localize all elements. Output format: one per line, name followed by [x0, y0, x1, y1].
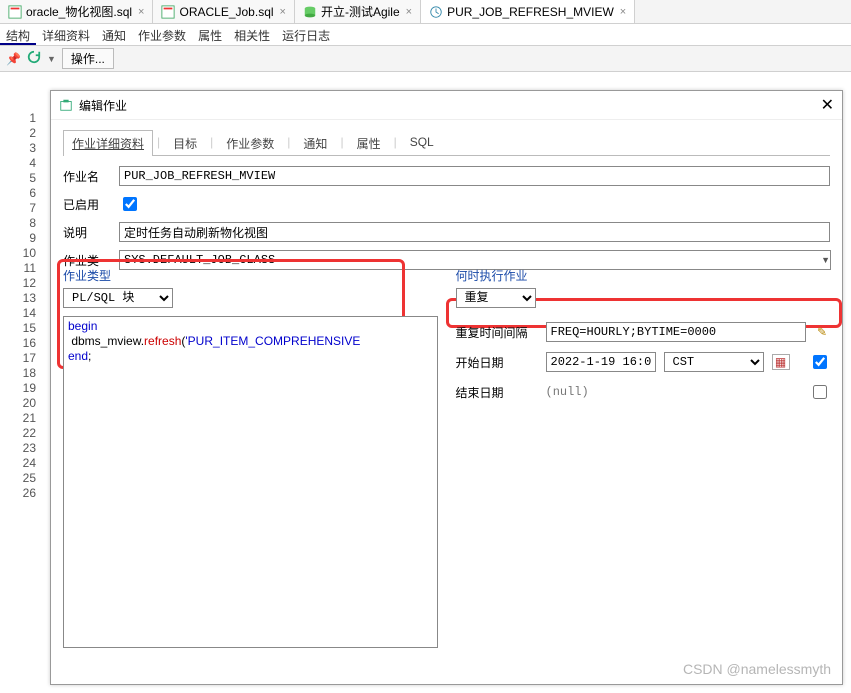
dropdown-arrow-icon[interactable]: ▼ — [47, 54, 56, 64]
schedule-title: 何时执行作业 — [456, 267, 831, 284]
dialog-titlebar: 编辑作业 ✕ — [51, 91, 842, 120]
dialog-tab-bar: 作业详细资料| 目标| 作业参数| 通知| 属性| SQL — [63, 129, 830, 156]
timezone-select[interactable]: CST — [664, 352, 764, 372]
edit-job-dialog: 编辑作业 ✕ 作业详细资料| 目标| 作业参数| 通知| 属性| SQL 作业名… — [50, 90, 843, 685]
enabled-label: 已启用 — [63, 196, 111, 213]
dialog-tab[interactable]: 作业详细资料 — [63, 130, 153, 156]
dialog-tab[interactable]: 通知 — [294, 130, 336, 156]
sub-tab[interactable]: 通知 — [96, 24, 132, 45]
file-tab-bar: oracle_物化视图.sql × ORACLE_Job.sql × 开立-测试… — [0, 0, 851, 24]
sub-tab[interactable]: 结构 — [0, 24, 36, 45]
file-tab[interactable]: 开立-测试Agile × — [295, 0, 421, 23]
end-date-checkbox[interactable] — [813, 385, 827, 399]
file-tab-label: oracle_物化视图.sql — [26, 3, 132, 20]
toolbar: 📌 ▼ 操作... — [0, 46, 851, 72]
job-type-select[interactable]: PL/SQL 块 — [63, 288, 173, 308]
end-date-label: 结束日期 — [456, 384, 538, 401]
sql-file-icon — [161, 5, 175, 19]
operations-button[interactable]: 操作... — [62, 48, 114, 69]
close-icon[interactable]: × — [138, 6, 144, 18]
sub-tab[interactable]: 属性 — [192, 24, 228, 45]
dialog-tab[interactable]: 目标 — [164, 130, 206, 156]
desc-label: 说明 — [63, 224, 111, 241]
dialog-tab[interactable]: SQL — [401, 130, 443, 156]
interval-input[interactable] — [546, 322, 807, 342]
file-tab-label: ORACLE_Job.sql — [179, 5, 273, 19]
start-date-label: 开始日期 — [456, 354, 538, 371]
file-tab-label: PUR_JOB_REFRESH_MVIEW — [447, 5, 614, 19]
dropdown-arrow-icon[interactable]: ▼ — [821, 255, 830, 265]
dialog-tab[interactable]: 属性 — [348, 130, 390, 156]
calendar-icon[interactable]: ▦ — [772, 354, 790, 370]
sub-tab[interactable]: 相关性 — [228, 24, 276, 45]
close-icon[interactable]: × — [406, 6, 412, 18]
pin-icon[interactable]: 📌 — [6, 52, 21, 66]
sub-tab[interactable]: 作业参数 — [132, 24, 192, 45]
plsql-code-editor[interactable]: begin dbms_mview.refresh('PUR_ITEM_COMPR… — [63, 316, 438, 648]
sub-tab[interactable]: 运行日志 — [276, 24, 336, 45]
jobclass-label: 作业类 — [63, 252, 111, 269]
file-tab[interactable]: oracle_物化视图.sql × — [0, 0, 153, 23]
job-icon — [59, 98, 73, 112]
job-type-section: 作业类型 PL/SQL 块 begin dbms_mview.refresh('… — [63, 267, 438, 672]
pencil-icon[interactable]: ✎ — [814, 324, 830, 340]
refresh-icon[interactable] — [27, 50, 41, 67]
file-tab[interactable]: PUR_JOB_REFRESH_MVIEW × — [421, 0, 635, 23]
dialog-close-icon[interactable]: ✕ — [821, 95, 834, 115]
schedule-section: 何时执行作业 重复 重复时间间隔 ✎ 开始日期 CST ▦ — [456, 267, 831, 672]
job-type-title: 作业类型 — [63, 267, 438, 284]
db-icon — [303, 5, 317, 19]
job-name-input[interactable] — [119, 166, 830, 186]
interval-label: 重复时间间隔 — [456, 324, 538, 341]
sub-tab[interactable]: 详细资料 — [36, 24, 96, 45]
job-icon — [429, 5, 443, 19]
sql-file-icon — [8, 5, 22, 19]
close-icon[interactable]: × — [620, 6, 626, 18]
desc-input[interactable] — [119, 222, 830, 242]
sub-tab-bar: 结构 详细资料 通知 作业参数 属性 相关性 运行日志 — [0, 24, 851, 46]
start-date-checkbox[interactable] — [813, 355, 827, 369]
file-tab[interactable]: ORACLE_Job.sql × — [153, 0, 294, 23]
schedule-mode-select[interactable]: 重复 — [456, 288, 536, 308]
dialog-title: 编辑作业 — [79, 97, 127, 114]
start-date-input[interactable] — [546, 352, 656, 372]
enabled-checkbox[interactable] — [123, 197, 137, 211]
file-tab-label: 开立-测试Agile — [321, 3, 400, 20]
job-name-label: 作业名 — [63, 168, 111, 185]
line-gutter: 1234567891011121314151617181920212223242… — [0, 73, 42, 693]
dialog-tab[interactable]: 作业参数 — [217, 130, 283, 156]
close-icon[interactable]: × — [280, 6, 286, 18]
end-date-value: (null) — [546, 385, 589, 399]
